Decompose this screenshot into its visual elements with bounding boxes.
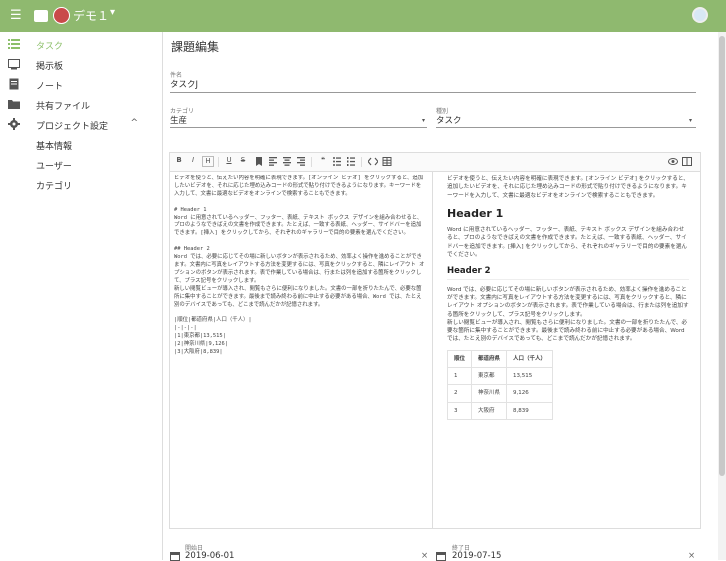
table-cell: 東京都 (471, 367, 508, 386)
table-cell: 13,515 (506, 367, 554, 386)
sidebar-item-label: 共有ファイル (36, 102, 91, 112)
table-header-cell: 人口（千人） (506, 349, 554, 369)
sidebar-item-files[interactable]: 共有ファイル (0, 94, 162, 114)
table-row: 1 東京都 13,515 (447, 367, 554, 386)
chevron-down-icon[interactable]: ▾ (110, 7, 115, 18)
sidebar-item-users[interactable]: ユーザー (0, 154, 162, 174)
category-select[interactable]: 生産 (170, 114, 187, 126)
table-header-cell: 順位 (447, 349, 473, 369)
table-cell: 大阪府 (471, 401, 508, 420)
markdown-source-textarea[interactable]: ビデオを使うと、伝えたい内容を明確に表現できます。[オンライン ビデオ] をクリ… (174, 175, 426, 525)
table-row: 2 神奈川県 9,126 (447, 384, 554, 403)
type-underline (436, 127, 696, 128)
gear-icon (8, 118, 20, 130)
name-underline (170, 92, 696, 93)
toolbar-divider (361, 157, 362, 167)
code-icon[interactable] (368, 157, 378, 166)
sidebar-item-label: ノート (36, 82, 64, 92)
board-icon (8, 59, 20, 70)
hamburger-icon[interactable]: ☰ (10, 8, 22, 23)
user-avatar[interactable] (692, 7, 708, 23)
list-icon (8, 39, 20, 49)
sidebar-item-basic-info[interactable]: 基本情報 (0, 134, 162, 154)
sidebar-item-label: 掲示板 (36, 62, 64, 72)
table-header-cell: 都道府県 (471, 349, 508, 369)
list-ul-icon[interactable] (332, 157, 342, 166)
align-left-icon[interactable] (268, 157, 278, 166)
table-cell: 1 (447, 367, 473, 386)
table-cell: 8,839 (506, 401, 554, 420)
preview-table: 順位 都道府県 人口（千人） 1 東京都 13,515 2 神奈川県 9,126… (447, 349, 554, 420)
toolbar-divider (218, 157, 219, 167)
sidebar-item-tasks[interactable]: タスク (0, 34, 162, 54)
bold-button[interactable]: B (174, 156, 184, 164)
note-icon (9, 78, 19, 90)
type-select[interactable]: タスク (436, 114, 462, 126)
table-cell: 2 (447, 384, 473, 403)
table-cell: 9,126 (506, 384, 554, 403)
table-cell: 神奈川県 (471, 384, 508, 403)
preview-paragraph: Word に用意されているヘッダー、フッター、表紙、テキスト ボックス デザイン… (447, 227, 688, 259)
table-icon[interactable] (382, 157, 392, 166)
table-cell: 3 (447, 401, 473, 420)
sidebar-item-categories[interactable]: カテゴリ (0, 174, 162, 194)
quote-icon[interactable]: ❝ (318, 156, 328, 164)
preview-paragraph: Word では、必要に応じてその場に新しいボタンが表示されるため、効率よく操作を… (447, 286, 689, 318)
heading-button[interactable]: H (202, 156, 214, 167)
sidebar-item-notes[interactable]: ノート (0, 74, 162, 94)
preview-paragraph: 新しい閲覧ビューが導入され、閲覧もさらに便利になりました。文書の一部を折りたたん… (447, 319, 688, 343)
editor-divider (432, 171, 433, 528)
main-content: 課題編集 件名 タスクJ カテゴリ 生産 ▾ 種別 タスク ▾ B I H U … (163, 32, 718, 561)
preview-paragraph: ビデオを使うと、伝えたい内容を明確に表現できます。[オンライン ビデオ] をクリ… (447, 176, 689, 199)
underline-button[interactable]: U (224, 156, 234, 164)
app-header: ☰ デモ１ ▾ (0, 0, 726, 32)
align-right-icon[interactable] (296, 157, 306, 166)
chevron-down-icon[interactable]: ▾ (422, 117, 425, 124)
sidebar-item-project-settings[interactable]: プロジェクト設定 ^ (0, 114, 162, 134)
chevron-down-icon[interactable]: ▾ (689, 117, 692, 124)
italic-button[interactable]: I (188, 156, 198, 164)
table-row: 3 大阪府 8,839 (447, 401, 554, 420)
project-title[interactable]: デモ１ (73, 7, 109, 24)
name-field[interactable]: タスクJ (170, 78, 198, 90)
sidebar-item-label: ユーザー (36, 162, 72, 172)
editor-toolbar: B I H U S ❝ (170, 153, 700, 172)
preview-heading-2: Header 2 (447, 267, 689, 280)
preview-heading-1: Header 1 (447, 206, 504, 220)
sidebar-item-label: タスク (36, 42, 64, 52)
side-by-side-icon[interactable] (682, 157, 692, 166)
category-underline (170, 127, 427, 128)
toolbar-divider (311, 157, 312, 167)
page-title: 課題編集 (171, 40, 220, 54)
table-header-row: 順位 都道府県 人口（千人） (447, 349, 554, 369)
list-ol-icon[interactable] (346, 157, 356, 166)
markdown-preview: ビデオを使うと、伝えたい内容を明確に表現できます。[オンライン ビデオ] をクリ… (447, 175, 689, 525)
page-scrollbar[interactable] (718, 32, 726, 560)
scrollbar-thumb[interactable] (719, 36, 725, 476)
sidebar-item-label: 基本情報 (36, 142, 73, 152)
sidebar-item-label: カテゴリ (36, 182, 73, 192)
sidebar-item-label: プロジェクト設定 (36, 122, 109, 132)
project-icon (34, 10, 48, 22)
project-avatar-icon (53, 7, 70, 24)
markdown-editor: B I H U S ❝ ビデオを使うと、伝えたい内容を明確に表現できます。[オン… (169, 152, 701, 529)
bookmark-icon[interactable] (254, 157, 264, 166)
strikethrough-button[interactable]: S (238, 156, 248, 164)
preview-toggle-icon[interactable] (668, 157, 678, 166)
sidebar: タスク 掲示板 ノート 共有ファイル プロジェクト設定 ^ 基本情報 ユーザー … (0, 32, 163, 560)
sidebar-item-board[interactable]: 掲示板 (0, 54, 162, 74)
align-center-icon[interactable] (282, 157, 292, 166)
folder-icon (8, 100, 20, 109)
chevron-up-icon[interactable]: ^ (130, 118, 138, 128)
